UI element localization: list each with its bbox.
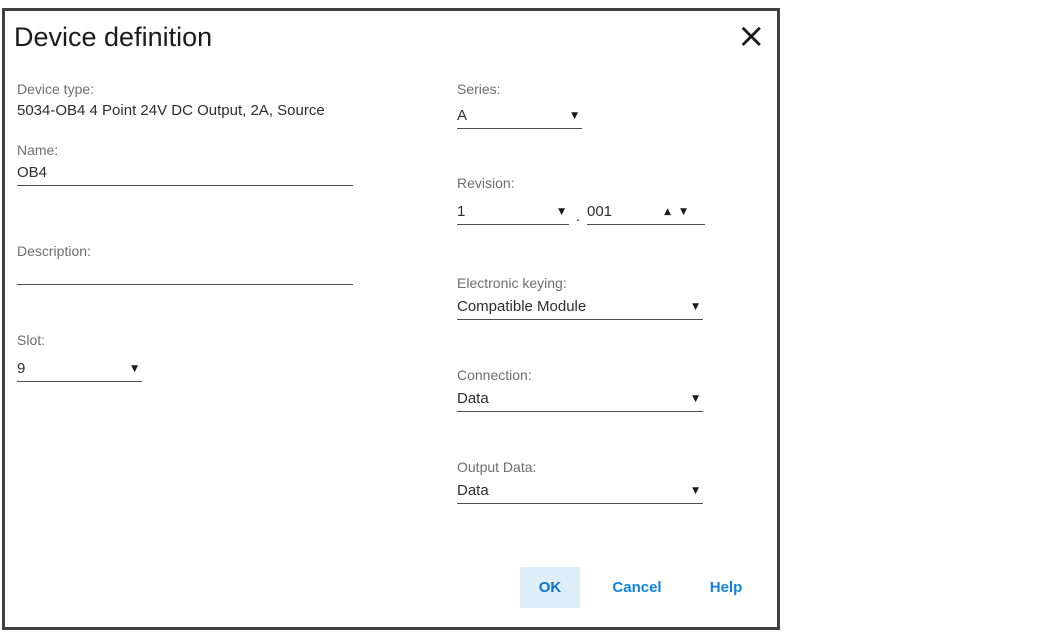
- revision-separator: .: [572, 208, 584, 225]
- name-input[interactable]: [17, 162, 353, 186]
- output-data-label: Output Data:: [457, 458, 536, 476]
- revision-minor-spinner: ▲ ▼: [664, 207, 701, 217]
- dropdown-arrow-icon: ▼: [131, 364, 138, 374]
- series-select-value: A: [457, 107, 467, 125]
- revision-minor-spinbox[interactable]: 001 ▲ ▼: [587, 199, 705, 225]
- output-data-value: Data: [457, 482, 489, 500]
- dropdown-arrow-icon: ▼: [692, 394, 699, 404]
- device-type-label: Device type:: [17, 80, 94, 98]
- cancel-button[interactable]: Cancel: [601, 567, 673, 608]
- close-button[interactable]: ×: [737, 22, 765, 50]
- help-button[interactable]: Help: [695, 567, 757, 608]
- revision-minor-value: 001: [587, 203, 612, 221]
- dropdown-arrow-icon: ▼: [692, 486, 699, 496]
- dropdown-arrow-icon: ▼: [571, 111, 578, 121]
- spin-down-icon[interactable]: ▼: [680, 207, 687, 217]
- output-data-select[interactable]: Data ▼: [457, 478, 703, 504]
- revision-major-value: 1: [457, 203, 465, 221]
- electronic-keying-label: Electronic keying:: [457, 274, 567, 292]
- series-select[interactable]: A ▼: [457, 103, 582, 129]
- device-definition-dialog: Device definition × Device type: 5034-OB…: [2, 8, 780, 630]
- series-label: Series:: [457, 80, 501, 98]
- slot-select[interactable]: 9 ▼: [17, 356, 142, 382]
- connection-select[interactable]: Data ▼: [457, 386, 703, 412]
- connection-value: Data: [457, 390, 489, 408]
- slot-label: Slot:: [17, 331, 45, 349]
- slot-select-value: 9: [17, 360, 25, 378]
- dropdown-arrow-icon: ▼: [558, 207, 565, 217]
- device-type-value: 5034-OB4 4 Point 24V DC Output, 2A, Sour…: [17, 101, 325, 120]
- dropdown-arrow-icon: ▼: [692, 302, 699, 312]
- description-label: Description:: [17, 242, 91, 260]
- connection-label: Connection:: [457, 366, 532, 384]
- electronic-keying-select[interactable]: Compatible Module ▼: [457, 294, 703, 320]
- spin-up-icon[interactable]: ▲: [664, 207, 671, 217]
- electronic-keying-value: Compatible Module: [457, 298, 586, 316]
- revision-major-select[interactable]: 1 ▼: [457, 199, 569, 225]
- close-icon: ×: [737, 16, 766, 56]
- name-label: Name:: [17, 141, 58, 159]
- dialog-title: Device definition: [14, 21, 212, 53]
- revision-label: Revision:: [457, 174, 515, 192]
- ok-button[interactable]: OK: [520, 567, 580, 608]
- description-input[interactable]: [17, 261, 353, 285]
